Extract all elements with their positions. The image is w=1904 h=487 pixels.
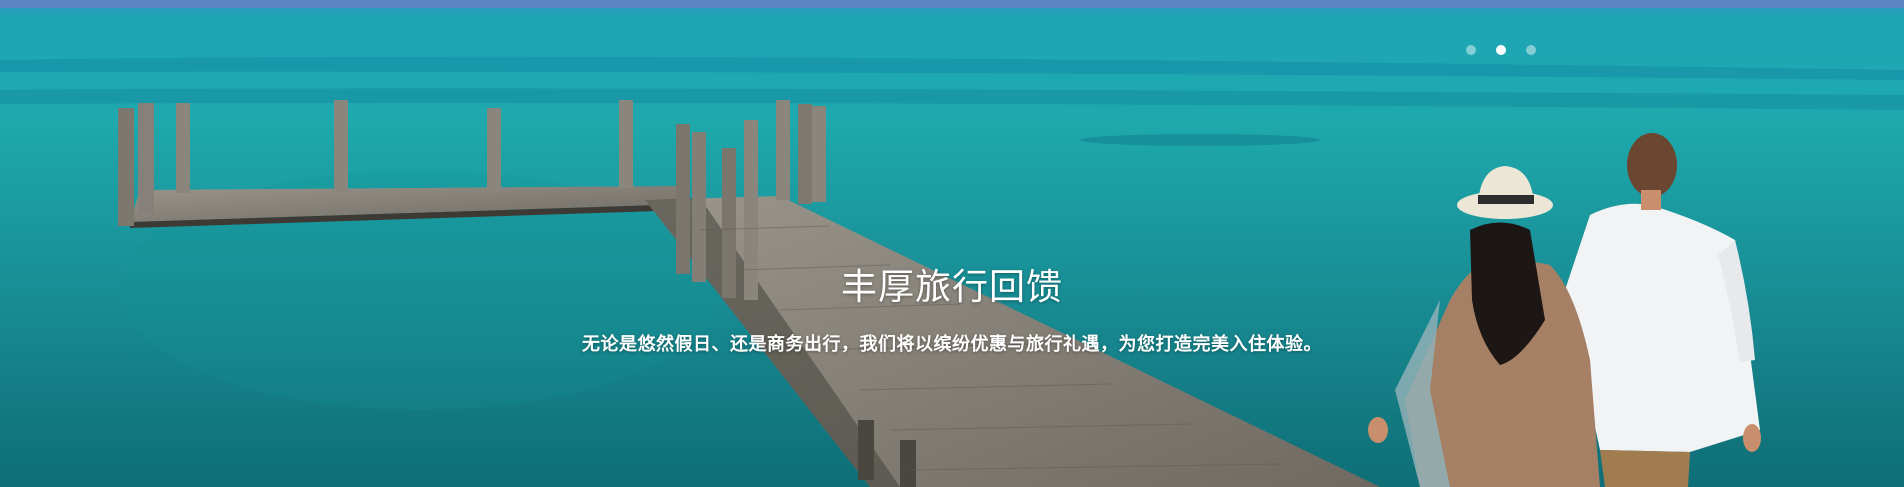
carousel-dot-1[interactable] (1466, 45, 1476, 55)
hero-subtitle: 无论是悠然假日、还是商务出行，我们将以缤纷优惠与旅行礼遇，为您打造完美入住体验。 (582, 334, 1322, 355)
hero-banner[interactable]: 丰厚旅行回馈 无论是悠然假日、还是商务出行，我们将以缤纷优惠与旅行礼遇，为您打造… (0, 0, 1904, 487)
hero-title: 丰厚旅行回馈 (840, 267, 1063, 308)
hero-background-image (0, 0, 1904, 487)
carousel-dot-3[interactable] (1526, 45, 1536, 55)
carousel-indicators (1466, 45, 1536, 55)
hero-caption: 丰厚旅行回馈 无论是悠然假日、还是商务出行，我们将以缤纷优惠与旅行礼遇，为您打造… (0, 258, 1904, 356)
carousel-dot-2[interactable] (1496, 45, 1506, 55)
